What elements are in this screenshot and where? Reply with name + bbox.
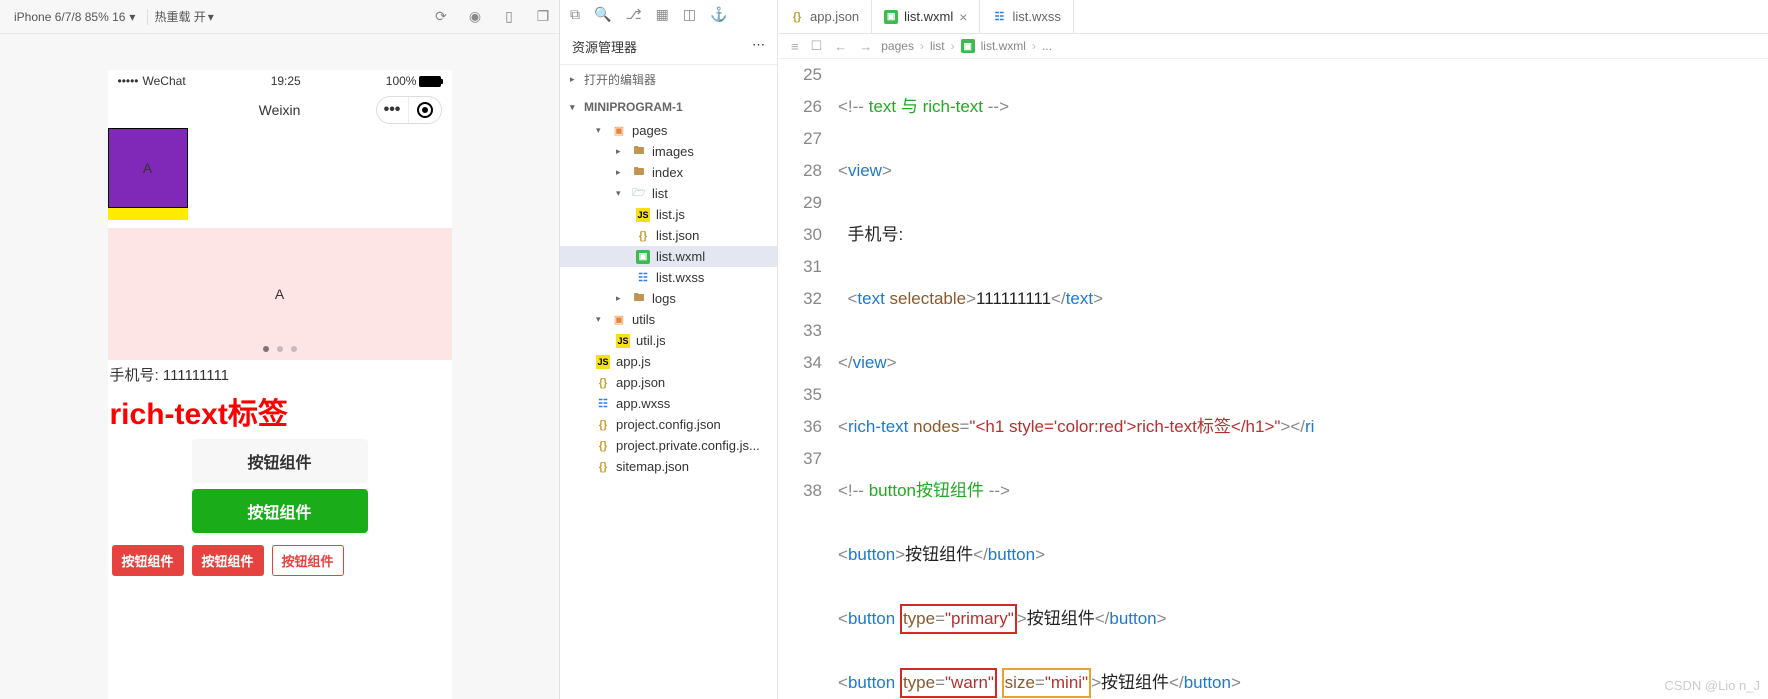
list-icon[interactable]: ≡: [788, 39, 802, 54]
file-app-json[interactable]: {}app.json: [560, 372, 777, 393]
swiper-dot[interactable]: [263, 346, 269, 352]
nav-title: Weixin: [259, 102, 301, 118]
simulator-toolbar: iPhone 6/7/8 85% 16▾ 热重载 开▾ ⟳ ◉ ▯ ❐: [0, 0, 559, 34]
tab-app-json[interactable]: {}app.json: [778, 0, 872, 33]
tab-list-wxml[interactable]: ▣list.wxml×: [872, 0, 980, 33]
yellow-strip: [108, 208, 188, 220]
folder-index[interactable]: ▸🖿index: [560, 162, 777, 183]
editor-tabs: {}app.json ▣list.wxml× ☷list.wxss: [778, 0, 1768, 34]
code-body[interactable]: <!-- text 与 rich-text --> <view> 手机号: <t…: [838, 59, 1768, 699]
file-list-json[interactable]: {}list.json: [560, 225, 777, 246]
file-list-js[interactable]: JSlist.js: [560, 204, 777, 225]
device-selector[interactable]: iPhone 6/7/8 85% 16▾: [8, 10, 141, 24]
battery-icon: [419, 76, 441, 87]
simulator-stage: •••••WeChat 19:25 100% Weixin ••• A A: [0, 34, 559, 699]
explorer-icon-bar: ⧉ 🔍 ⎇ ▦ ◫ ⚓: [560, 0, 777, 29]
folder-logs[interactable]: ▸🖿logs: [560, 288, 777, 309]
status-bar: •••••WeChat 19:25 100%: [108, 70, 452, 92]
default-button[interactable]: 按钮组件: [192, 439, 368, 483]
capsule-menu[interactable]: •••: [376, 96, 442, 124]
file-app-wxss[interactable]: ☷app.wxss: [560, 393, 777, 414]
files-icon[interactable]: ⧉: [570, 6, 580, 23]
file-util-js[interactable]: JSutil.js: [560, 330, 777, 351]
file-list-wxml[interactable]: ▣list.wxml: [560, 246, 777, 267]
file-app-js[interactable]: JSapp.js: [560, 351, 777, 372]
watermark: CSDN @Lio n_J: [1664, 678, 1760, 693]
file-project-config[interactable]: {}project.config.json: [560, 414, 777, 435]
simulator-panel: iPhone 6/7/8 85% 16▾ 热重载 开▾ ⟳ ◉ ▯ ❐ ••••…: [0, 0, 560, 699]
capsule-more-icon[interactable]: •••: [377, 97, 409, 123]
close-icon[interactable]: ×: [959, 9, 967, 25]
warn-plain-button[interactable]: 按钮组件: [272, 545, 344, 576]
nav-bar: Weixin •••: [108, 92, 452, 128]
file-list-wxss[interactable]: ☷list.wxss: [560, 267, 777, 288]
file-sitemap[interactable]: {}sitemap.json: [560, 456, 777, 477]
purple-box: A: [108, 128, 188, 208]
swiper-dot[interactable]: [291, 346, 297, 352]
explorer-panel: ⧉ 🔍 ⎇ ▦ ◫ ⚓ 资源管理器⋯ ▸打开的编辑器 ▾MINIPROGRAM-…: [560, 0, 778, 699]
back-icon[interactable]: ←: [831, 39, 850, 54]
folder-utils[interactable]: ▾▣utils: [560, 309, 777, 330]
forward-icon[interactable]: →: [856, 39, 875, 54]
primary-button[interactable]: 按钮组件: [192, 489, 368, 533]
stop-icon[interactable]: ◉: [467, 9, 483, 25]
editor-panel: {}app.json ▣list.wxml× ☷list.wxss ≡ ☐ ← …: [778, 0, 1768, 699]
extensions-icon[interactable]: ▦: [656, 6, 669, 23]
more-icon[interactable]: ⋯: [752, 37, 765, 56]
capsule-close-icon[interactable]: [409, 97, 441, 123]
rich-text-heading: rich-text标签: [108, 389, 452, 433]
open-editors-section[interactable]: ▸打开的编辑器: [560, 65, 777, 94]
tool-icon[interactable]: ◫: [683, 6, 696, 23]
line-gutter: 2526272829303132333435363738: [778, 59, 838, 699]
refresh-icon[interactable]: ⟳: [433, 9, 449, 25]
file-tree: ▾▣pages ▸🖿images ▸🖿index ▾🗁list JSlist.j…: [560, 120, 777, 699]
explorer-title: 资源管理器⋯: [560, 29, 777, 65]
branch-icon[interactable]: ⎇: [625, 6, 641, 23]
status-time: 19:25: [271, 74, 301, 88]
page-content: A A 手机号: 111111111 rich-text标签 按钮组件 按钮组件…: [108, 128, 452, 582]
folder-pages[interactable]: ▾▣pages: [560, 120, 777, 141]
swiper-dot[interactable]: [277, 346, 283, 352]
tab-list-wxss[interactable]: ☷list.wxss: [980, 0, 1073, 33]
device-icon[interactable]: ▯: [501, 9, 517, 25]
hot-reload-toggle[interactable]: 热重载 开▾: [154, 8, 213, 25]
folder-list[interactable]: ▾🗁list: [560, 183, 777, 204]
warn-mini-button[interactable]: 按钮组件: [112, 545, 184, 576]
bookmark-icon[interactable]: ☐: [808, 38, 826, 54]
phone-number-text: 手机号: 111111111: [108, 360, 452, 389]
warn-mini-button[interactable]: 按钮组件: [192, 545, 264, 576]
swiper[interactable]: A: [108, 228, 452, 360]
docker-icon[interactable]: ⚓: [710, 6, 727, 23]
file-project-private-config[interactable]: {}project.private.config.js...: [560, 435, 777, 456]
folder-images[interactable]: ▸🖿images: [560, 141, 777, 162]
code-editor[interactable]: 2526272829303132333435363738 <!-- text 与…: [778, 59, 1768, 699]
phone-frame: •••••WeChat 19:25 100% Weixin ••• A A: [108, 70, 452, 699]
project-section[interactable]: ▾MINIPROGRAM-1: [560, 94, 777, 120]
search-icon[interactable]: 🔍: [594, 6, 611, 23]
breadcrumb: ≡ ☐ ← → pages› list› ▣list.wxml› ...: [778, 34, 1768, 59]
window-icon[interactable]: ❐: [535, 9, 551, 25]
